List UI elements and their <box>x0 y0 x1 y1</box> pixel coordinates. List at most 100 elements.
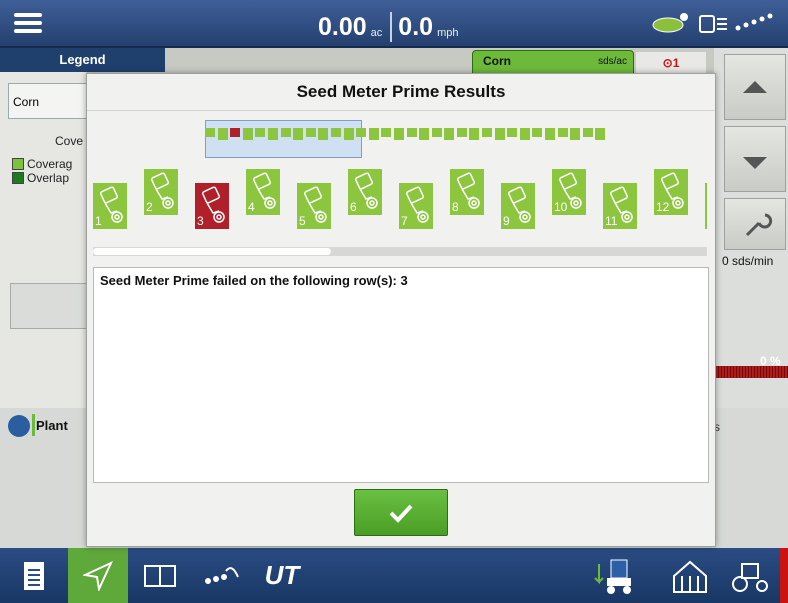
scrollbar-thumb[interactable] <box>93 248 331 255</box>
rows-scrollbar[interactable] <box>93 247 707 256</box>
row-control-icon[interactable] <box>190 548 250 603</box>
row-number: 12 <box>656 200 670 214</box>
row-card[interactable]: 8 <box>450 169 484 215</box>
pin-tab[interactable]: ⊙1 <box>636 52 706 74</box>
settings-button[interactable] <box>724 198 786 250</box>
row-card[interactable]: 12 <box>654 169 688 215</box>
tractor-icon[interactable] <box>720 548 780 603</box>
menu-icon[interactable] <box>8 6 48 40</box>
overview-row-indicator <box>545 128 556 140</box>
sync-icon[interactable] <box>8 415 30 437</box>
wrench-icon <box>745 213 773 237</box>
row-card[interactable]: 10 <box>552 169 586 215</box>
gps-icon <box>652 17 684 33</box>
row-card[interactable]: 11 <box>603 183 637 229</box>
row-card[interactable]: 1 <box>93 183 127 229</box>
row-card[interactable]: 9 <box>501 183 535 229</box>
overview-row-indicator <box>217 128 228 140</box>
overview-row-indicator <box>330 128 341 137</box>
overlap-swatch <box>12 172 24 184</box>
overview-row-indicator <box>293 128 304 140</box>
overview-row-indicator <box>343 128 354 140</box>
legend-item-coverage: Coverag <box>12 157 72 171</box>
legend-header[interactable]: Legend <box>0 48 165 72</box>
document-icon[interactable] <box>4 548 64 603</box>
overview-row-indicator <box>242 128 253 140</box>
left-tool-button[interactable] <box>10 283 90 329</box>
ut-icon[interactable]: UT <box>252 548 312 603</box>
overview-row-indicator <box>570 128 581 140</box>
row-cards[interactable]: 1 2 3 4 5 6 7 8 9 10 11 12 <box>93 169 707 231</box>
overview-row-indicator <box>519 128 530 140</box>
row-number: 3 <box>197 214 204 228</box>
row-card[interactable]: 6 <box>348 169 382 215</box>
overview-row-indicator <box>393 128 404 140</box>
barn-icon[interactable] <box>660 548 720 603</box>
overview-row-indicator <box>267 128 278 140</box>
overview-row-indicator <box>444 128 455 140</box>
confirm-button[interactable] <box>354 489 448 536</box>
overview-row-indicator <box>469 128 480 140</box>
plant-indicator <box>32 414 35 436</box>
overview-row-indicator <box>419 128 430 140</box>
display-icon <box>699 15 715 33</box>
overview-row-indicator <box>368 128 379 140</box>
status-icons[interactable] <box>650 8 785 38</box>
row-number: 8 <box>452 200 459 214</box>
row-card[interactable]: 5 <box>297 183 331 229</box>
overview-row-indicator <box>356 128 367 137</box>
overview-row-indicator <box>557 128 568 137</box>
crop-tab-label: Corn <box>483 54 511 68</box>
overview-row-indicator <box>482 128 493 137</box>
crop-button[interactable]: Corn <box>8 83 88 119</box>
overview-row-indicator <box>406 128 417 137</box>
overview-row-indicator <box>431 128 442 137</box>
overview-row-indicator <box>595 128 606 140</box>
area-value: 0.00 <box>318 13 367 41</box>
overview-row-indicator <box>532 128 543 137</box>
overview-row-indicator <box>318 128 329 140</box>
row-number: 11 <box>605 214 618 228</box>
overview-row-indicator <box>507 128 518 137</box>
device-icon <box>717 18 727 30</box>
alert-edge <box>780 548 788 603</box>
bottom-bar: UT <box>0 548 788 603</box>
speed-unit: mph <box>437 27 459 39</box>
overview-row-indicator <box>305 128 316 137</box>
row-card[interactable]: 3 <box>195 183 229 229</box>
row-card[interactable]: 4 <box>246 169 280 215</box>
checkmark-icon <box>389 504 413 523</box>
failure-message: Seed Meter Prime failed on the following… <box>100 273 408 288</box>
legend-item-overlap: Overlap <box>12 171 69 185</box>
scroll-up-button[interactable] <box>724 54 786 120</box>
dialog-title: Seed Meter Prime Results <box>296 82 506 101</box>
top-bar: 0.00 ac 0.0 mph <box>0 0 788 48</box>
overview-row-indicator <box>255 128 266 137</box>
overview-row-indicator <box>494 128 505 140</box>
plant-label: Plant <box>36 418 68 433</box>
overview-row-indicator <box>230 128 241 137</box>
legend-label: Coverag <box>27 157 73 171</box>
message-box: Seed Meter Prime failed on the following… <box>93 267 709 483</box>
split-screen-icon[interactable] <box>130 548 190 603</box>
row-number: 6 <box>350 200 357 214</box>
seed-meter-prime-dialog: Seed Meter Prime Results 1 2 3 4 5 6 7 8 9 10 11 12… <box>86 73 716 547</box>
pin-count: 1 <box>672 56 680 70</box>
row-card-partial[interactable] <box>705 183 707 229</box>
title-divider <box>87 110 715 111</box>
navigate-icon[interactable] <box>68 548 128 603</box>
overview-row-indicator <box>381 128 392 137</box>
row-number: 1 <box>95 214 102 228</box>
crop-tab-unit: sds/ac <box>598 56 627 67</box>
overview-row-indicator <box>456 128 467 137</box>
overview-row-indicator <box>280 128 291 137</box>
planter-icon[interactable] <box>585 548 645 603</box>
coverage-header: Cove <box>55 134 84 148</box>
row-card[interactable]: 2 <box>144 169 178 215</box>
row-number: 10 <box>554 200 568 214</box>
row-number: 7 <box>401 214 408 228</box>
arrow-down-icon <box>743 157 767 169</box>
scroll-down-button[interactable] <box>724 126 786 192</box>
row-card[interactable]: 7 <box>399 183 433 229</box>
row-overview-strip[interactable] <box>205 128 608 142</box>
